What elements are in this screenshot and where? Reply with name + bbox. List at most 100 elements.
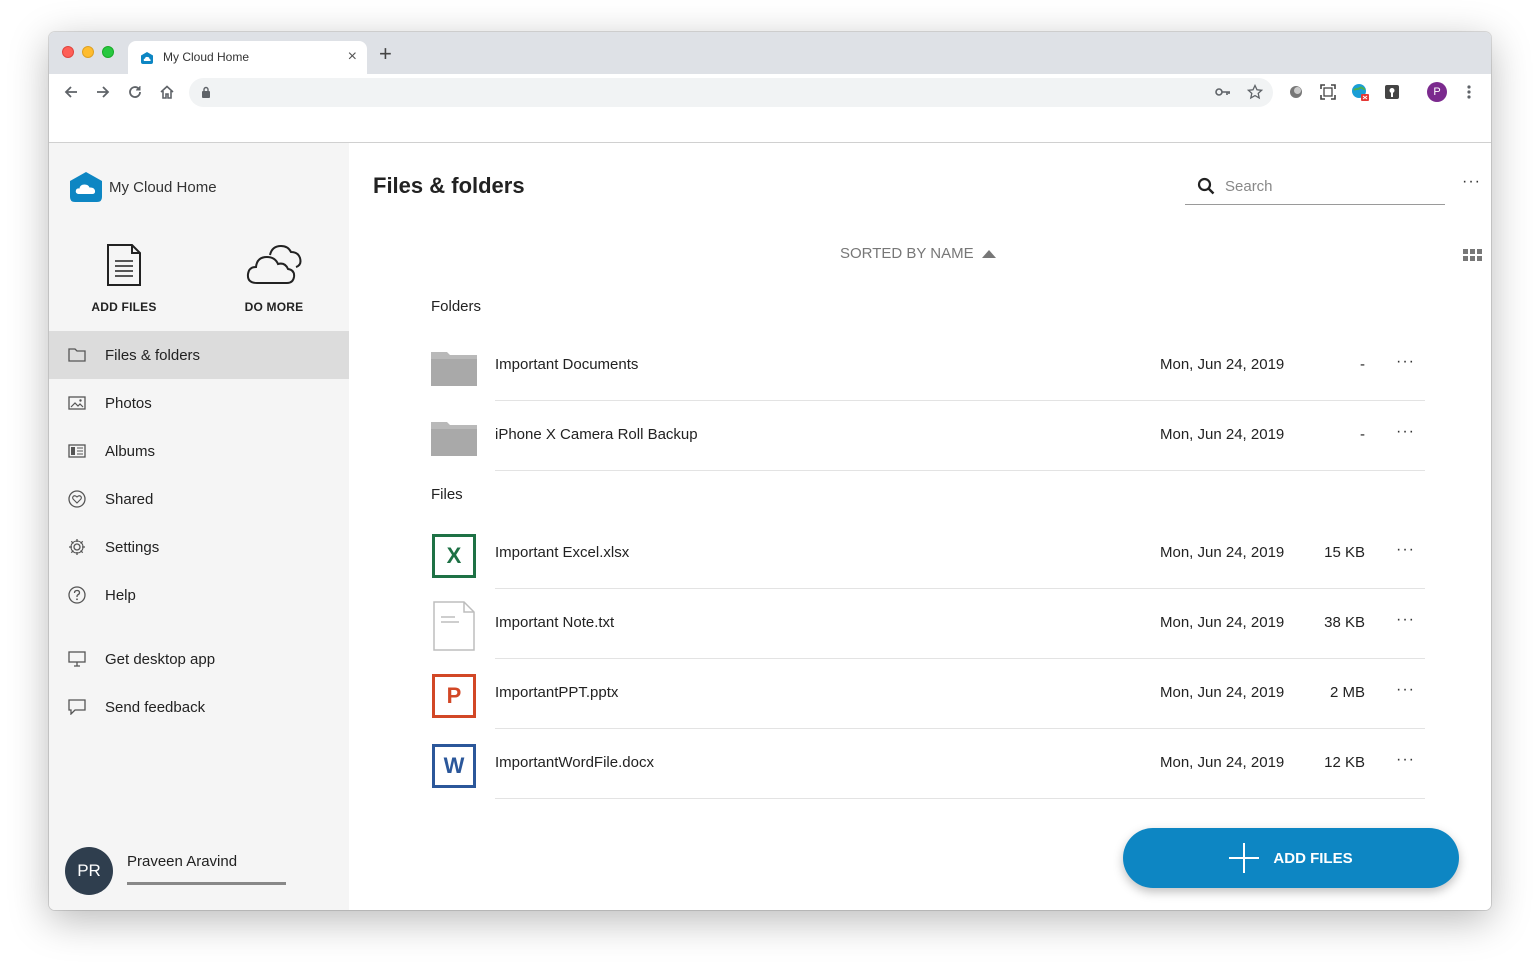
folder-icon <box>431 415 477 461</box>
sidebar-item-albums[interactable]: Albums <box>49 427 349 475</box>
quick-add-files-button[interactable]: ADD FILES <box>64 243 184 314</box>
table-row[interactable]: W ImportantWordFile.docx Mon, Jun 24, 20… <box>431 729 1425 799</box>
home-button[interactable] <box>155 80 179 104</box>
folder-outline-icon <box>68 346 86 364</box>
lock-icon <box>202 86 210 98</box>
grid-view-icon[interactable] <box>1463 249 1482 262</box>
browser-toolbar: P <box>49 74 1491 111</box>
row-divider <box>495 798 1425 799</box>
password-extension-icon[interactable] <box>1381 81 1403 103</box>
sidebar-item-label: Shared <box>105 490 154 508</box>
sidebar-item-label: Settings <box>105 538 160 556</box>
tab-close-icon[interactable]: × <box>348 48 357 66</box>
item-name: ImportantPPT.pptx <box>495 684 619 701</box>
table-row[interactable]: X Important Excel.xlsx Mon, Jun 24, 2019… <box>431 519 1425 589</box>
back-button[interactable] <box>59 80 83 104</box>
powerpoint-letter: P <box>432 674 476 718</box>
new-tab-button[interactable]: + <box>379 43 392 65</box>
item-date: Mon, Jun 24, 2019 <box>1160 544 1285 561</box>
speech-bubble-icon <box>68 698 86 716</box>
search-box <box>1185 168 1445 205</box>
row-more-icon[interactable]: ··· <box>1396 751 1415 769</box>
item-size: 15 KB <box>1324 544 1365 561</box>
help-icon <box>68 586 86 604</box>
browser-menu-button[interactable] <box>1458 81 1480 103</box>
table-row[interactable]: P ImportantPPT.pptx Mon, Jun 24, 2019 2 … <box>431 659 1425 729</box>
sidebar-item-shared[interactable]: Shared <box>49 475 349 523</box>
item-date: Mon, Jun 24, 2019 <box>1160 426 1285 443</box>
sidebar: My Cloud Home ADD FILES DO MORE Files & … <box>49 143 349 910</box>
quick-do-more-button[interactable]: DO MORE <box>214 243 334 314</box>
key-icon[interactable] <box>1215 86 1231 98</box>
album-icon <box>68 442 86 460</box>
sidebar-item-label: Send feedback <box>105 698 206 716</box>
sidebar-item-label: Files & folders <box>105 346 201 364</box>
row-more-icon[interactable]: ··· <box>1396 611 1415 629</box>
reload-icon <box>129 86 141 98</box>
item-name: ImportantWordFile.docx <box>495 754 654 771</box>
quick-do-more-label: DO MORE <box>244 300 304 314</box>
sidebar-item-files-folders[interactable]: Files & folders <box>49 331 349 379</box>
sidebar-item-settings[interactable]: Settings <box>49 523 349 571</box>
forward-button[interactable] <box>91 80 115 104</box>
home-icon <box>160 85 174 99</box>
reload-button[interactable] <box>123 80 147 104</box>
extension-circle-icon[interactable] <box>1285 81 1307 103</box>
row-more-icon[interactable]: ··· <box>1396 353 1415 371</box>
page-content: My Cloud Home ADD FILES DO MORE Files & … <box>49 142 1491 910</box>
close-window-button[interactable] <box>62 46 74 58</box>
add-files-fab-label: ADD FILES <box>1273 849 1353 867</box>
screen-capture-icon[interactable] <box>1317 81 1339 103</box>
item-name: Important Excel.xlsx <box>495 544 630 561</box>
page-title: Files & folders <box>373 173 525 198</box>
sort-toggle[interactable]: SORTED BY NAME <box>840 245 996 262</box>
sidebar-item-get-desktop-app[interactable]: Get desktop app <box>49 635 349 683</box>
storage-usage-bar <box>127 882 286 885</box>
sidebar-item-label: Help <box>105 586 136 604</box>
sidebar-item-help[interactable]: Help <box>49 571 349 619</box>
row-more-icon[interactable]: ··· <box>1396 541 1415 559</box>
minimize-window-button[interactable] <box>82 46 94 58</box>
excel-file-icon: X <box>431 533 477 579</box>
profile-avatar[interactable]: P <box>1426 81 1448 103</box>
bookmark-star-icon[interactable] <box>1247 84 1263 100</box>
user-name: Praveen Aravind <box>127 853 238 870</box>
brand-logo[interactable]: My Cloud Home <box>69 171 217 203</box>
row-more-icon[interactable]: ··· <box>1396 423 1415 441</box>
excel-letter: X <box>432 534 476 578</box>
search-icon[interactable] <box>1197 177 1215 195</box>
sidebar-nav: Files & folders Photos Albums Shared Set… <box>49 331 349 731</box>
table-row[interactable]: Important Documents Mon, Jun 24, 2019 - … <box>431 331 1425 401</box>
sidebar-item-photos[interactable]: Photos <box>49 379 349 427</box>
folder-icon <box>431 345 477 391</box>
search-input[interactable] <box>1223 173 1437 199</box>
maximize-window-button[interactable] <box>102 46 114 58</box>
add-files-fab-button[interactable]: ADD FILES <box>1123 828 1459 888</box>
tab-strip: My Cloud Home × + <box>49 32 1491 74</box>
brand-name: My Cloud Home <box>109 178 217 196</box>
table-row[interactable]: Important Note.txt Mon, Jun 24, 2019 38 … <box>431 589 1425 659</box>
main-panel: Files & folders ··· SORTED BY NAME Folde… <box>349 143 1491 910</box>
kebab-menu-icon <box>1467 85 1471 99</box>
files-section-label: Files <box>431 486 463 503</box>
tab-title: My Cloud Home <box>163 50 250 64</box>
plus-icon <box>1229 843 1260 873</box>
globe-extension-icon[interactable] <box>1349 81 1371 103</box>
profile-initial: P <box>1427 82 1447 102</box>
item-size: - <box>1360 426 1365 443</box>
item-date: Mon, Jun 24, 2019 <box>1160 684 1285 701</box>
item-date: Mon, Jun 24, 2019 <box>1160 356 1285 373</box>
item-name: Important Note.txt <box>495 614 615 631</box>
more-options-icon[interactable]: ··· <box>1462 173 1481 191</box>
browser-tab[interactable]: My Cloud Home × <box>128 41 367 74</box>
item-size: 2 MB <box>1329 684 1365 701</box>
quick-add-files-label: ADD FILES <box>91 300 157 314</box>
folders-section-label: Folders <box>431 298 482 315</box>
row-more-icon[interactable]: ··· <box>1396 681 1415 699</box>
item-name: iPhone X Camera Roll Backup <box>495 426 698 443</box>
monitor-icon <box>68 650 86 668</box>
sidebar-item-send-feedback[interactable]: Send feedback <box>49 683 349 731</box>
address-bar[interactable] <box>189 78 1273 107</box>
sort-label: SORTED BY NAME <box>840 245 974 262</box>
table-row[interactable]: iPhone X Camera Roll Backup Mon, Jun 24,… <box>431 401 1425 471</box>
